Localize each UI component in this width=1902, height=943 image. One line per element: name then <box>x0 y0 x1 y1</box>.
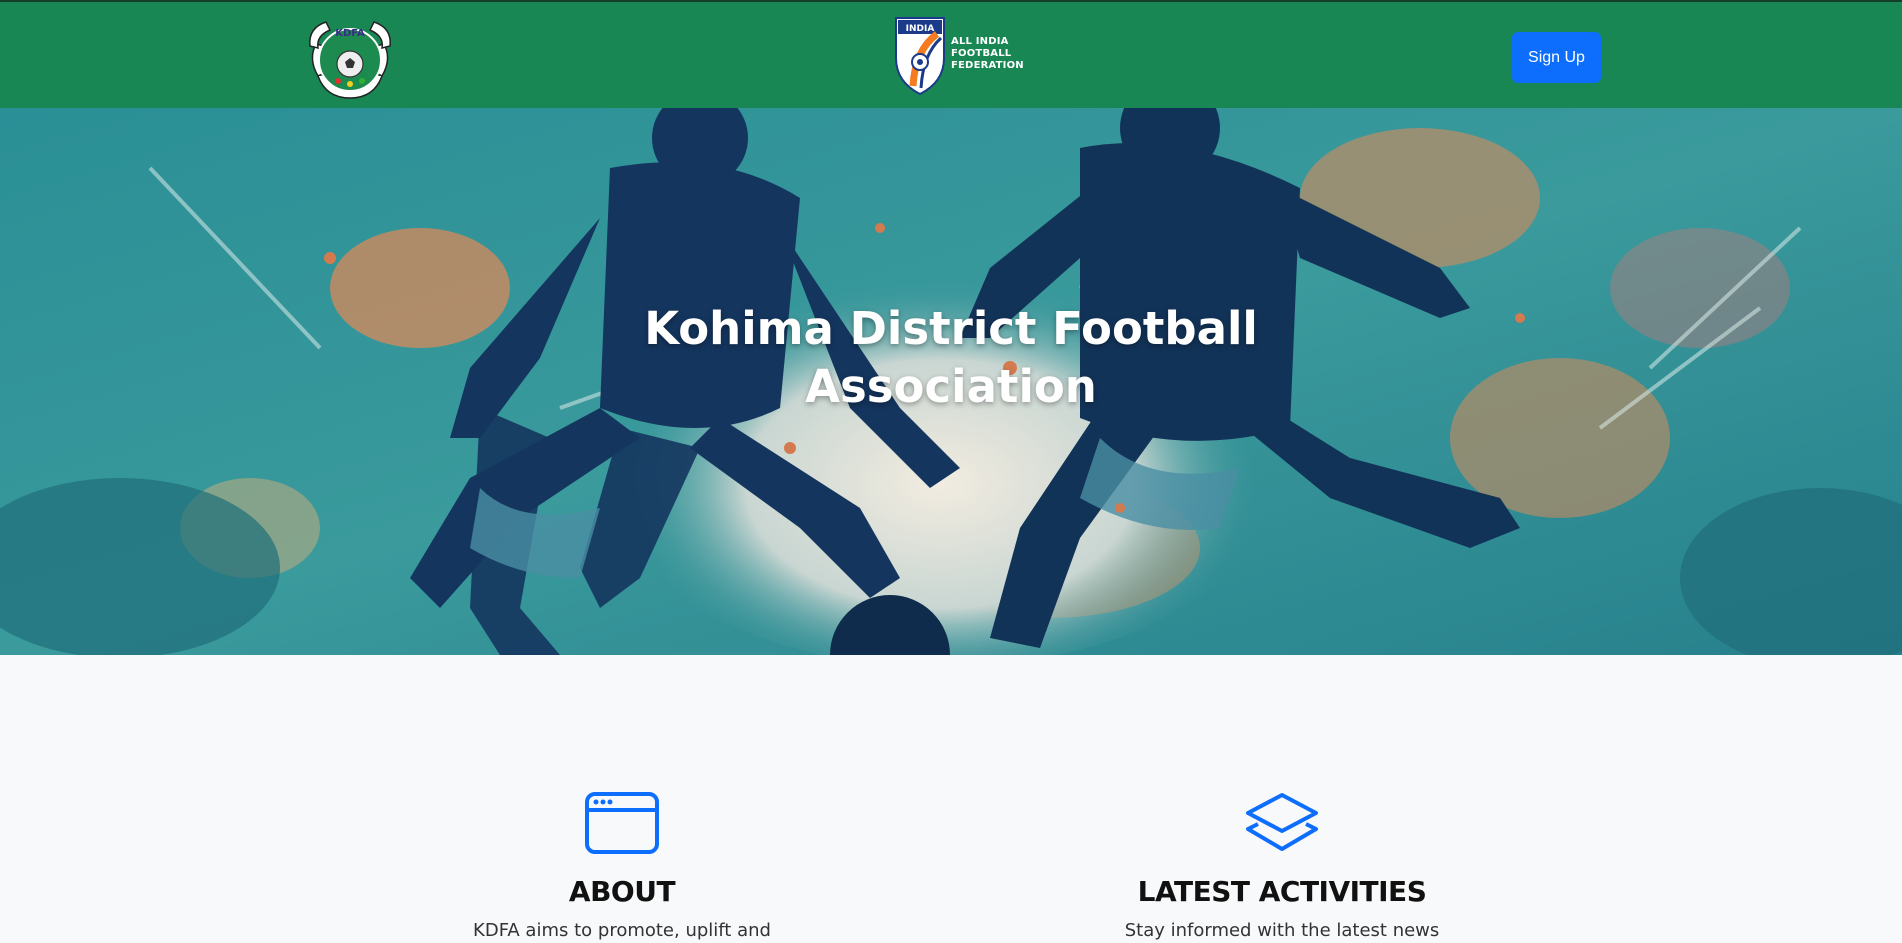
layers-icon <box>1246 793 1318 851</box>
aiff-logo[interactable]: INDIA ALL INDIA FOOTBALL FEDERATION <box>893 16 1024 96</box>
hero-title-line-2: Association <box>805 360 1097 413</box>
latest-activities-feature: LATEST ACTIVITIES Stay informed with the… <box>1072 791 1492 943</box>
aiff-line-3: FEDERATION <box>951 60 1024 71</box>
sign-up-button[interactable]: Sign Up <box>1512 32 1601 83</box>
latest-activities-text: Stay informed with the latest news <box>1124 920 1440 941</box>
hero-title-line-1: Kohima District Football <box>644 302 1258 355</box>
hero-banner: Kohima District Football Association <box>0 108 1902 655</box>
hero-title: Kohima District Football Association <box>0 300 1902 416</box>
about-text: KDFA aims to promote, uplift and <box>473 920 771 941</box>
kdfa-logo[interactable]: KDFA <box>306 14 394 100</box>
about-feature: ABOUT KDFA aims to promote, uplift and <box>412 791 832 943</box>
latest-activities-heading: LATEST ACTIVITIES <box>1137 875 1427 908</box>
browser-window-icon <box>585 792 659 854</box>
top-navbar: KDFA INDIA ALL INDIA FOOTBALL FEDERATION… <box>0 0 1902 108</box>
aiff-shield-icon: INDIA <box>895 17 945 96</box>
aiff-wordmark: ALL INDIA FOOTBALL FEDERATION <box>951 36 1024 72</box>
features-section: ABOUT KDFA aims to promote, uplift and L… <box>0 655 1902 943</box>
kdfa-logo-text: KDFA <box>335 28 365 39</box>
aiff-line-2: FOOTBALL <box>951 48 1012 59</box>
aiff-line-1: ALL INDIA <box>951 36 1009 47</box>
aiff-badge-text: INDIA <box>906 24 935 34</box>
about-heading: ABOUT <box>568 875 676 908</box>
